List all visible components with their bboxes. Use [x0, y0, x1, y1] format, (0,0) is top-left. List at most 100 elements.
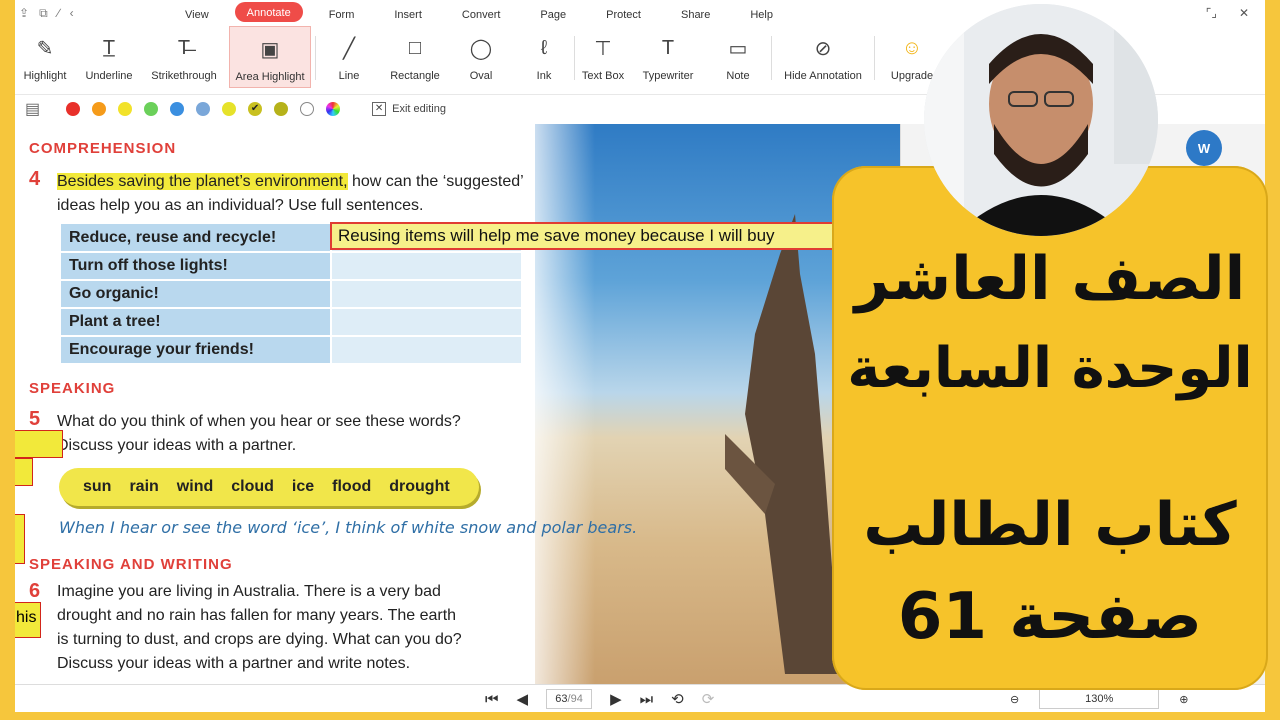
page-navigation: ⏮ ◀ 63 /94 ▶ ⏭ ⟲ ⟳: [485, 689, 714, 709]
text-box-icon: ⊤: [594, 37, 612, 60]
question-5-text: What do you think of when you hear or se…: [57, 410, 461, 458]
title-book: كتاب الطالب: [863, 490, 1237, 560]
tool-label: Strikethrough: [151, 70, 217, 82]
last-page-icon[interactable]: ⏭: [640, 691, 654, 708]
tool-label: Hide Annotation: [784, 70, 862, 82]
margin-note-annotation[interactable]: [15, 458, 33, 486]
note-tool[interactable]: ▭ Note: [709, 26, 767, 88]
table-cell-answer[interactable]: [330, 280, 521, 309]
question-4-text: Besides saving the planet’s environment,…: [57, 170, 524, 218]
word-item: wind: [176, 478, 214, 495]
word-item: rain: [129, 478, 159, 495]
close-icon: ✕: [372, 101, 387, 116]
first-page-icon[interactable]: ⏮: [485, 691, 499, 708]
table-cell-answer[interactable]: [330, 252, 521, 281]
menu-help[interactable]: Help: [730, 0, 793, 26]
line-icon: ╱: [342, 37, 356, 60]
margin-note-annotation[interactable]: his: [15, 602, 41, 638]
text-box-tool[interactable]: ⊤ Text Box: [579, 26, 627, 88]
color-swatch[interactable]: [300, 101, 315, 116]
answer-text-box[interactable]: Reusing items will help me save money be…: [330, 222, 860, 250]
color-swatch[interactable]: [66, 101, 81, 116]
presenter-photo: [924, 4, 1158, 236]
color-swatch[interactable]: [118, 101, 133, 116]
table-cell-answer[interactable]: [330, 308, 521, 337]
table-cell-idea: Turn off those lights!: [61, 252, 331, 281]
fit-page-icon[interactable]: ⟳: [702, 690, 715, 708]
question-5-number: 5: [29, 408, 41, 430]
area-highlight-tool[interactable]: ▣ Area Highlight: [229, 26, 311, 88]
question-6-line: is turning to dust, and crops are dying.…: [57, 631, 462, 648]
edit-icon[interactable]: ∕: [58, 6, 60, 21]
undo-icon[interactable]: ⧉: [39, 6, 48, 21]
current-page: 63: [555, 693, 568, 705]
color-swatch[interactable]: [196, 101, 211, 116]
highlight-icon: ✎: [36, 37, 54, 60]
color-swatch[interactable]: [144, 101, 159, 116]
dead-tree-image: [725, 214, 840, 674]
tool-label: Area Highlight: [235, 71, 305, 83]
table-row: Go organic!: [61, 280, 521, 309]
table-cell-answer[interactable]: [330, 336, 521, 365]
close-icon[interactable]: ✕: [1239, 6, 1249, 20]
ink-tool[interactable]: ℓ Ink: [518, 26, 570, 88]
word-item: cloud: [231, 478, 274, 495]
next-page-icon[interactable]: ▶: [610, 690, 622, 708]
oval-tool[interactable]: ◯ Oval: [452, 26, 510, 88]
ribbon-separator: [771, 36, 772, 80]
highlighted-text[interactable]: Besides saving the planet’s environment,: [57, 173, 348, 190]
rectangle-tool[interactable]: □ Rectangle: [386, 26, 444, 88]
color-swatch[interactable]: [274, 101, 289, 116]
question-6-line: Imagine you are living in Australia. The…: [57, 583, 441, 600]
color-wheel-icon[interactable]: [326, 101, 341, 116]
prev-page-icon[interactable]: ◀: [517, 690, 529, 708]
color-swatch[interactable]: [170, 101, 185, 116]
typewriter-tool[interactable]: T Typewriter: [635, 26, 701, 88]
properties-icon[interactable]: ▤: [25, 99, 40, 119]
underline-tool[interactable]: T̲ Underline: [79, 26, 139, 88]
menu-view[interactable]: View: [165, 0, 229, 26]
quick-access-toolbar: ⇪ ⧉ ∕ ‹: [19, 6, 74, 21]
menu-insert[interactable]: Insert: [374, 0, 442, 26]
comprehension-heading: COMPREHENSION: [29, 140, 177, 157]
menu-protect[interactable]: Protect: [586, 0, 661, 26]
total-pages: /94: [567, 693, 583, 705]
color-swatch[interactable]: [92, 101, 107, 116]
speaking-writing-heading: SPEAKING AND WRITING: [29, 556, 233, 573]
table-row: Turn off those lights!: [61, 252, 521, 281]
menu-share[interactable]: Share: [661, 0, 730, 26]
table-row: Plant a tree!: [61, 308, 521, 337]
line-tool[interactable]: ╱ Line: [320, 26, 378, 88]
color-swatch[interactable]: ✔: [248, 101, 263, 116]
tool-label: Oval: [469, 70, 493, 82]
table-cell-idea: Plant a tree!: [61, 308, 331, 337]
menu-annotate[interactable]: Annotate: [234, 2, 303, 22]
upgrade-icon: ☺: [901, 36, 923, 59]
question-6-line: drought and no rain has fallen for many …: [57, 607, 457, 624]
zoom-level[interactable]: 130%: [1039, 689, 1160, 709]
exit-editing-button[interactable]: ✕ Exit editing: [372, 101, 446, 116]
rotate-icon[interactable]: ⟲: [671, 690, 684, 708]
tool-label: Rectangle: [390, 70, 440, 82]
highlight-tool[interactable]: ✎ Highlight: [19, 26, 71, 88]
color-swatch[interactable]: [222, 101, 237, 116]
ribbon-separator: [874, 36, 875, 80]
back-icon[interactable]: ‹: [70, 6, 74, 21]
zoom-out-icon[interactable]: ⊖: [1010, 693, 1019, 706]
restore-icon[interactable]: ⌜⌟: [1206, 6, 1217, 20]
page-number-input[interactable]: 63 /94: [546, 689, 593, 709]
save-icon[interactable]: ⇪: [19, 6, 29, 21]
tool-label: Text Box: [581, 70, 625, 82]
ink-icon: ℓ: [540, 36, 548, 59]
menu-convert[interactable]: Convert: [442, 0, 521, 26]
menu-page[interactable]: Page: [520, 0, 586, 26]
menu-form[interactable]: Form: [309, 0, 375, 26]
margin-note-annotation[interactable]: [15, 430, 63, 458]
strikethrough-tool[interactable]: T̶ Strikethrough: [147, 26, 221, 88]
example-sentence: When I hear or see the word ‘ice’, I thi…: [59, 518, 638, 537]
hide-annotation-tool[interactable]: ⊘ Hide Annotation: [776, 26, 870, 88]
document-page[interactable]: COMPREHENSION 4 Besides saving the plane…: [15, 124, 900, 684]
convert-to-word-icon[interactable]: W: [1186, 130, 1222, 166]
margin-note-annotation[interactable]: [15, 514, 25, 564]
zoom-in-icon[interactable]: ⊕: [1179, 693, 1188, 706]
